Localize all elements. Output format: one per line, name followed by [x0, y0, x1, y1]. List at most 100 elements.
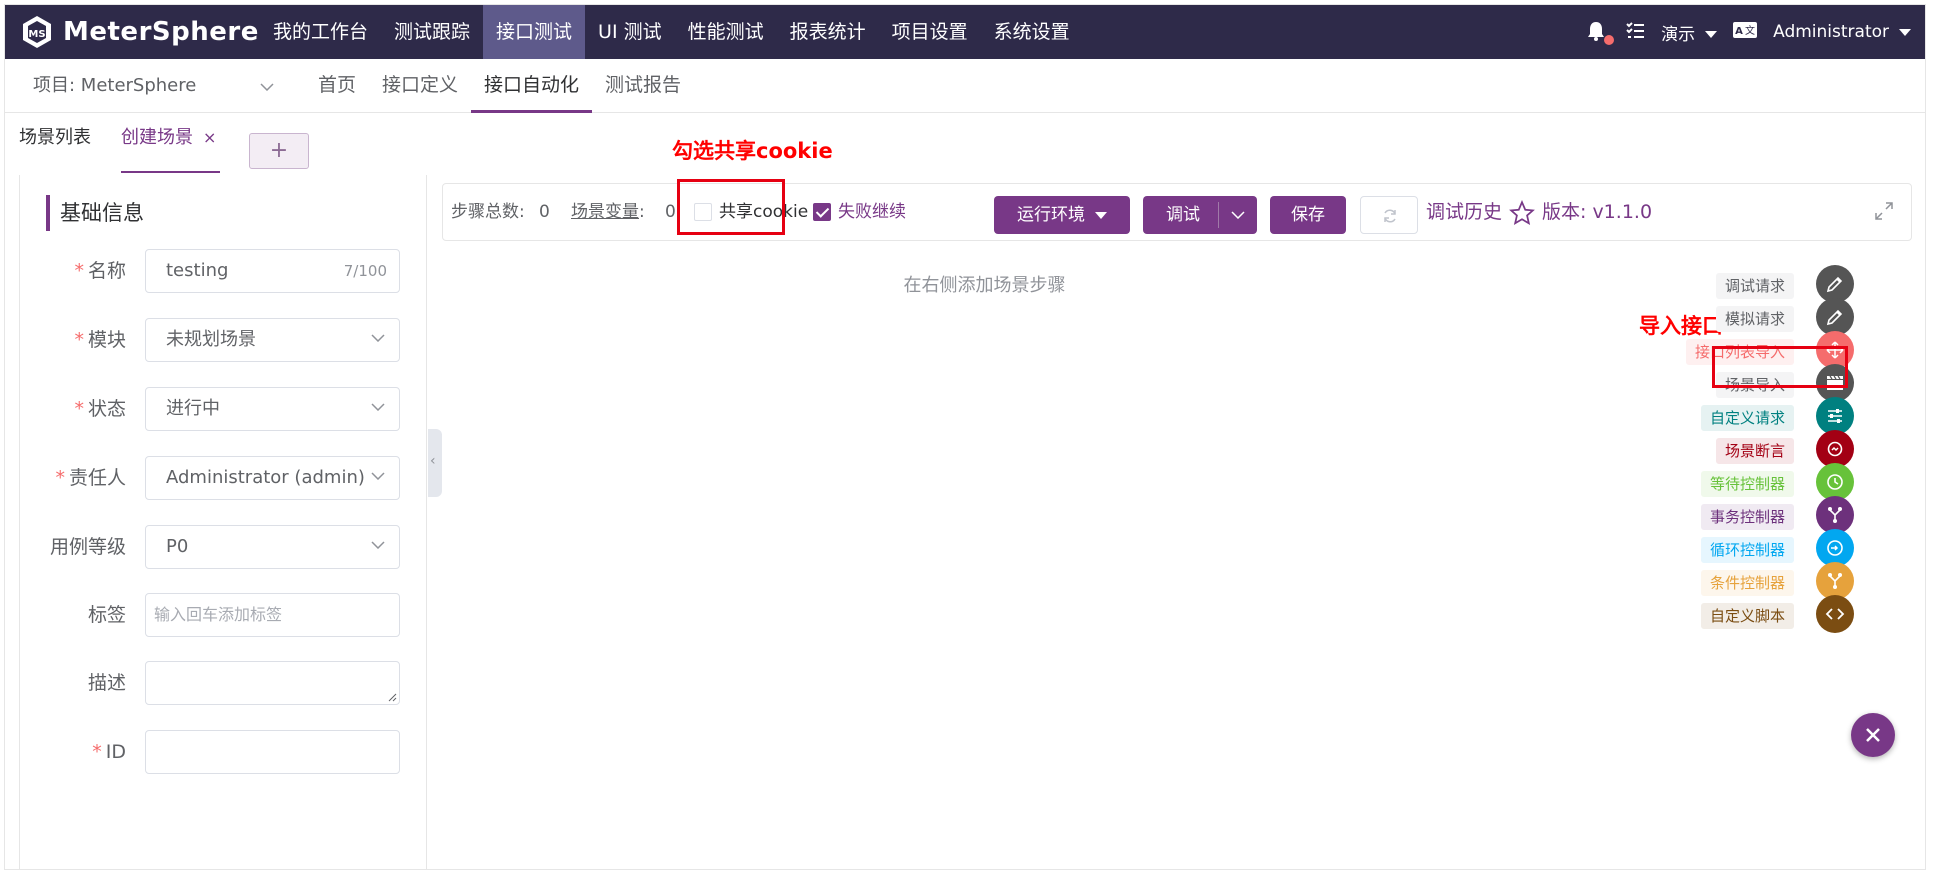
owner-label-text: 责任人 [68, 467, 126, 489]
name-input[interactable]: testing 7/100 [145, 249, 400, 293]
debug-button[interactable]: 调试 [1143, 196, 1257, 234]
close-menu-fab[interactable] [1851, 713, 1895, 757]
scenario-toolbar: 步骤总数: 0 场景变量 : 0 共享cookie 失败继续 运行环境 调试 保… [442, 183, 1912, 241]
level-select[interactable]: P0 [145, 525, 400, 569]
workspace-name: 演示 [1661, 24, 1696, 45]
step-menu-label[interactable]: 自定义脚本 [1700, 603, 1794, 629]
tags-input[interactable]: 输入回车添加标签 [145, 593, 400, 637]
level-label: 用例等级 [49, 536, 126, 558]
tab-create-scenario[interactable]: 创建场景 × [121, 123, 221, 173]
split-divider [1218, 202, 1219, 228]
task-list-icon[interactable] [1625, 20, 1645, 45]
desc-row: 描述 [20, 661, 428, 705]
panel-collapse-handle[interactable]: ‹ [428, 429, 442, 497]
screenshot-frame: MS MeterSphere 我的工作台 测试跟踪 接口测试 UI 测试 性能测… [0, 0, 1933, 878]
scene-variables-sep: : [639, 202, 645, 222]
refresh-icon [1384, 209, 1396, 223]
top-nav-track[interactable]: 测试跟踪 [381, 5, 483, 59]
sub-nav-test-report[interactable]: 测试报告 [592, 59, 694, 113]
top-nav-report[interactable]: 报表统计 [777, 5, 879, 59]
step-total-value: 0 [539, 202, 550, 222]
chevron-down-icon[interactable] [260, 83, 274, 91]
module-label: * 模块 [74, 318, 126, 362]
top-navbar: MS MeterSphere 我的工作台 测试跟踪 接口测试 UI 测试 性能测… [5, 5, 1925, 59]
owner-value: Administrator (admin) [166, 467, 365, 488]
notification-bell-icon[interactable] [1585, 20, 1615, 45]
svg-text:MS: MS [28, 29, 45, 40]
name-char-count: 7/100 [343, 262, 387, 280]
continue-on-fail-checkbox[interactable] [813, 203, 831, 221]
id-label-text: ID [105, 741, 126, 763]
id-label: * ID [92, 730, 126, 774]
sub-nav: 首页 接口定义 接口自动化 测试报告 [305, 59, 694, 113]
star-icon[interactable] [1509, 200, 1535, 226]
close-icon[interactable]: × [203, 128, 216, 147]
desc-textarea[interactable] [145, 661, 400, 705]
top-nav-api-test[interactable]: 接口测试 [483, 5, 586, 59]
workspace-switcher[interactable]: 演示 [1661, 20, 1718, 45]
code-icon[interactable] [1816, 595, 1854, 633]
owner-select[interactable]: Administrator (admin) [145, 456, 400, 500]
top-nav-workbench[interactable]: 我的工作台 [260, 5, 381, 59]
step-menu-label[interactable]: 自定义请求 [1700, 405, 1794, 431]
sub-nav-api-definition[interactable]: 接口定义 [369, 59, 471, 113]
required-mark: * [74, 398, 84, 420]
required-mark: * [74, 329, 84, 351]
module-select[interactable]: 未规划场景 [145, 318, 400, 362]
top-nav-project-settings[interactable]: 项目设置 [879, 5, 981, 59]
required-mark: * [74, 260, 84, 282]
top-nav-performance[interactable]: 性能测试 [675, 5, 777, 59]
module-value: 未规划场景 [166, 329, 256, 350]
scene-variables-link[interactable]: 场景变量 [571, 184, 639, 240]
resize-grip-icon[interactable] [387, 692, 397, 702]
annotation-share-cookie: 勾选共享cookie [672, 139, 833, 163]
section-title: 基础信息 [46, 195, 144, 231]
status-select[interactable]: 进行中 [145, 387, 400, 431]
step-menu-label[interactable]: 等待控制器 [1700, 471, 1794, 497]
user-name: Administrator [1773, 22, 1889, 42]
chevron-down-icon [1095, 211, 1107, 219]
top-right-tools: 演示 A文 Administrator [1585, 5, 1911, 59]
debug-history-link[interactable]: 调试历史 [1426, 184, 1502, 240]
tab-create-scenario-label: 创建场景 [121, 127, 193, 148]
user-menu[interactable]: Administrator [1773, 22, 1911, 42]
top-nav-ui-test[interactable]: UI 测试 [585, 5, 675, 59]
run-environment-label: 运行环境 [1017, 205, 1085, 225]
status-label-text: 状态 [87, 398, 126, 420]
top-nav-system-settings[interactable]: 系统设置 [981, 5, 1083, 59]
desc-label: 描述 [87, 672, 126, 694]
sub-nav-home[interactable]: 首页 [305, 59, 369, 113]
basic-info-panel: 基础信息 * 名称 testing 7/100 * 模块 未规划场景 * 状态 进行中 … [19, 175, 428, 869]
run-environment-button[interactable]: 运行环境 [994, 196, 1130, 234]
refresh-button[interactable] [1360, 196, 1418, 234]
tags-label: 标签 [87, 604, 126, 626]
sub-nav-api-automation[interactable]: 接口自动化 [471, 59, 593, 113]
step-menu-item[interactable]: 自定义脚本 [1524, 595, 1854, 635]
project-selector[interactable]: 项目: MeterSphere [33, 59, 196, 113]
step-menu-label[interactable]: 场景断言 [1715, 438, 1794, 464]
step-menu-label[interactable]: 条件控制器 [1700, 570, 1794, 596]
notification-dot [1604, 35, 1615, 45]
svg-text:A: A [1735, 26, 1743, 37]
close-icon [1866, 728, 1880, 742]
chevron-down-icon [371, 472, 385, 480]
level-row: 用例等级 P0 [20, 525, 428, 569]
chevron-down-icon[interactable] [1231, 211, 1245, 219]
fullscreen-icon[interactable] [1875, 202, 1893, 220]
step-menu-label[interactable]: 调试请求 [1715, 273, 1794, 299]
name-value: testing [166, 260, 229, 281]
continue-on-fail-label[interactable]: 失败继续 [838, 184, 906, 240]
version-label[interactable]: 版本: v1.1.0 [1542, 184, 1652, 240]
tab-scenario-list[interactable]: 场景列表 [19, 123, 91, 173]
logo[interactable]: MS MeterSphere [19, 14, 259, 50]
name-row: * 名称 testing 7/100 [20, 249, 428, 293]
step-menu-label[interactable]: 模拟请求 [1715, 306, 1794, 332]
id-input[interactable] [145, 730, 400, 774]
step-total-label: 步骤总数: [451, 202, 525, 222]
save-button[interactable]: 保存 [1270, 196, 1346, 234]
language-icon[interactable]: A文 [1733, 21, 1758, 43]
add-tab-button[interactable]: + [249, 133, 309, 169]
highlight-import-api [1712, 346, 1848, 388]
step-menu-label[interactable]: 事务控制器 [1700, 504, 1794, 530]
step-menu-label[interactable]: 循环控制器 [1700, 537, 1794, 563]
